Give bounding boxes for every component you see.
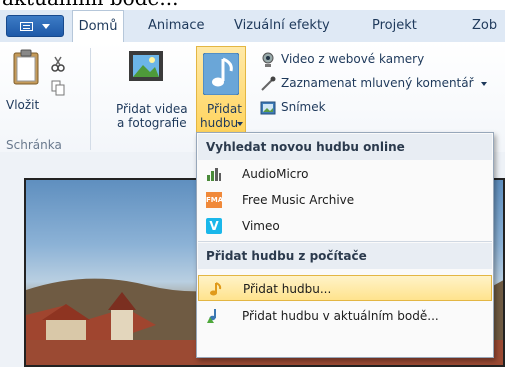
vimeo-icon: V (206, 218, 222, 234)
cut-icon[interactable] (51, 56, 65, 72)
tab-project[interactable]: Projekt (372, 10, 417, 42)
menu-header-local: Přidat hudbu z počítače (198, 243, 492, 269)
paste-button[interactable]: Vložit (6, 46, 46, 120)
music-note-plus-icon (207, 309, 216, 323)
group-separator (90, 48, 91, 150)
webcam-video-button[interactable]: Video z webové kamery (260, 50, 424, 68)
fma-icon: FMA (206, 192, 223, 208)
narration-label: Zaznamenat mluvený komentář (281, 76, 474, 90)
clipboard-group-label: Schránka (6, 138, 62, 152)
menu-item-free-music-archive[interactable]: FMA Free Music Archive (198, 187, 492, 213)
snapshot-label: Snímek (281, 100, 326, 114)
add-music-button[interactable]: Přidat hudbu (196, 46, 246, 133)
add-videos-label-line1: Přidat videa (116, 102, 188, 116)
add-music-dropdown-menu: Vyhledat novou hudbu online AudioMicro F… (196, 132, 494, 358)
snapshot-button[interactable]: Snímek (260, 98, 326, 116)
menu-item-audiomicro[interactable]: AudioMicro (198, 161, 492, 187)
menu-item-label: AudioMicro (242, 167, 309, 181)
tab-view[interactable]: Zob (472, 10, 497, 42)
menu-item-vimeo[interactable]: V Vimeo (198, 213, 492, 239)
audiomicro-icon (207, 168, 221, 181)
chevron-down-icon (42, 24, 50, 29)
add-videos-label-line2: a fotografie (117, 116, 187, 130)
record-narration-button[interactable]: Zaznamenat mluvený komentář (260, 74, 488, 92)
copy-icon[interactable] (51, 80, 65, 96)
menu-item-add-music-at-current-point[interactable]: Přidat hudbu v aktuálním bodě... (198, 303, 492, 329)
add-music-label-line2: hudbu (200, 116, 239, 130)
film-photo-icon (129, 51, 163, 81)
tab-animations[interactable]: Animace (148, 10, 205, 42)
background-text-strip: aktuálním bodě... (0, 0, 505, 10)
snapshot-icon (260, 101, 276, 114)
menu-item-label: Přidat hudbu... (243, 282, 332, 296)
add-music-label-line1: Přidat (207, 102, 242, 116)
background-text: aktuálním bodě... (2, 0, 178, 10)
music-note-icon (203, 53, 239, 95)
menu-item-label: Přidat hudbu v aktuálním bodě... (242, 309, 439, 323)
webcam-icon (262, 52, 274, 67)
menu-separator (198, 241, 492, 242)
paste-label: Vložit (6, 98, 40, 112)
chevron-down-icon (237, 122, 243, 126)
music-note-icon (210, 282, 222, 296)
menu-item-label: Free Music Archive (242, 193, 355, 207)
tab-visual-effects[interactable]: Vizuální efekty (234, 10, 330, 42)
menu-item-label: Vimeo (242, 219, 280, 233)
tab-home[interactable]: Domů (72, 10, 124, 43)
menu-header-online: Vyhledat novou hudbu online (198, 134, 492, 160)
app-menu-icon (20, 22, 33, 31)
add-videos-photos-button[interactable]: Přidat videa a fotografie (108, 46, 190, 130)
webcam-label: Video z webové kamery (281, 52, 425, 66)
clipboard-icon (13, 49, 39, 85)
chevron-down-icon (481, 81, 488, 86)
menu-item-add-music[interactable]: Přidat hudbu... (198, 275, 492, 301)
microphone-icon (261, 76, 276, 91)
app-menu-button[interactable] (6, 15, 64, 37)
